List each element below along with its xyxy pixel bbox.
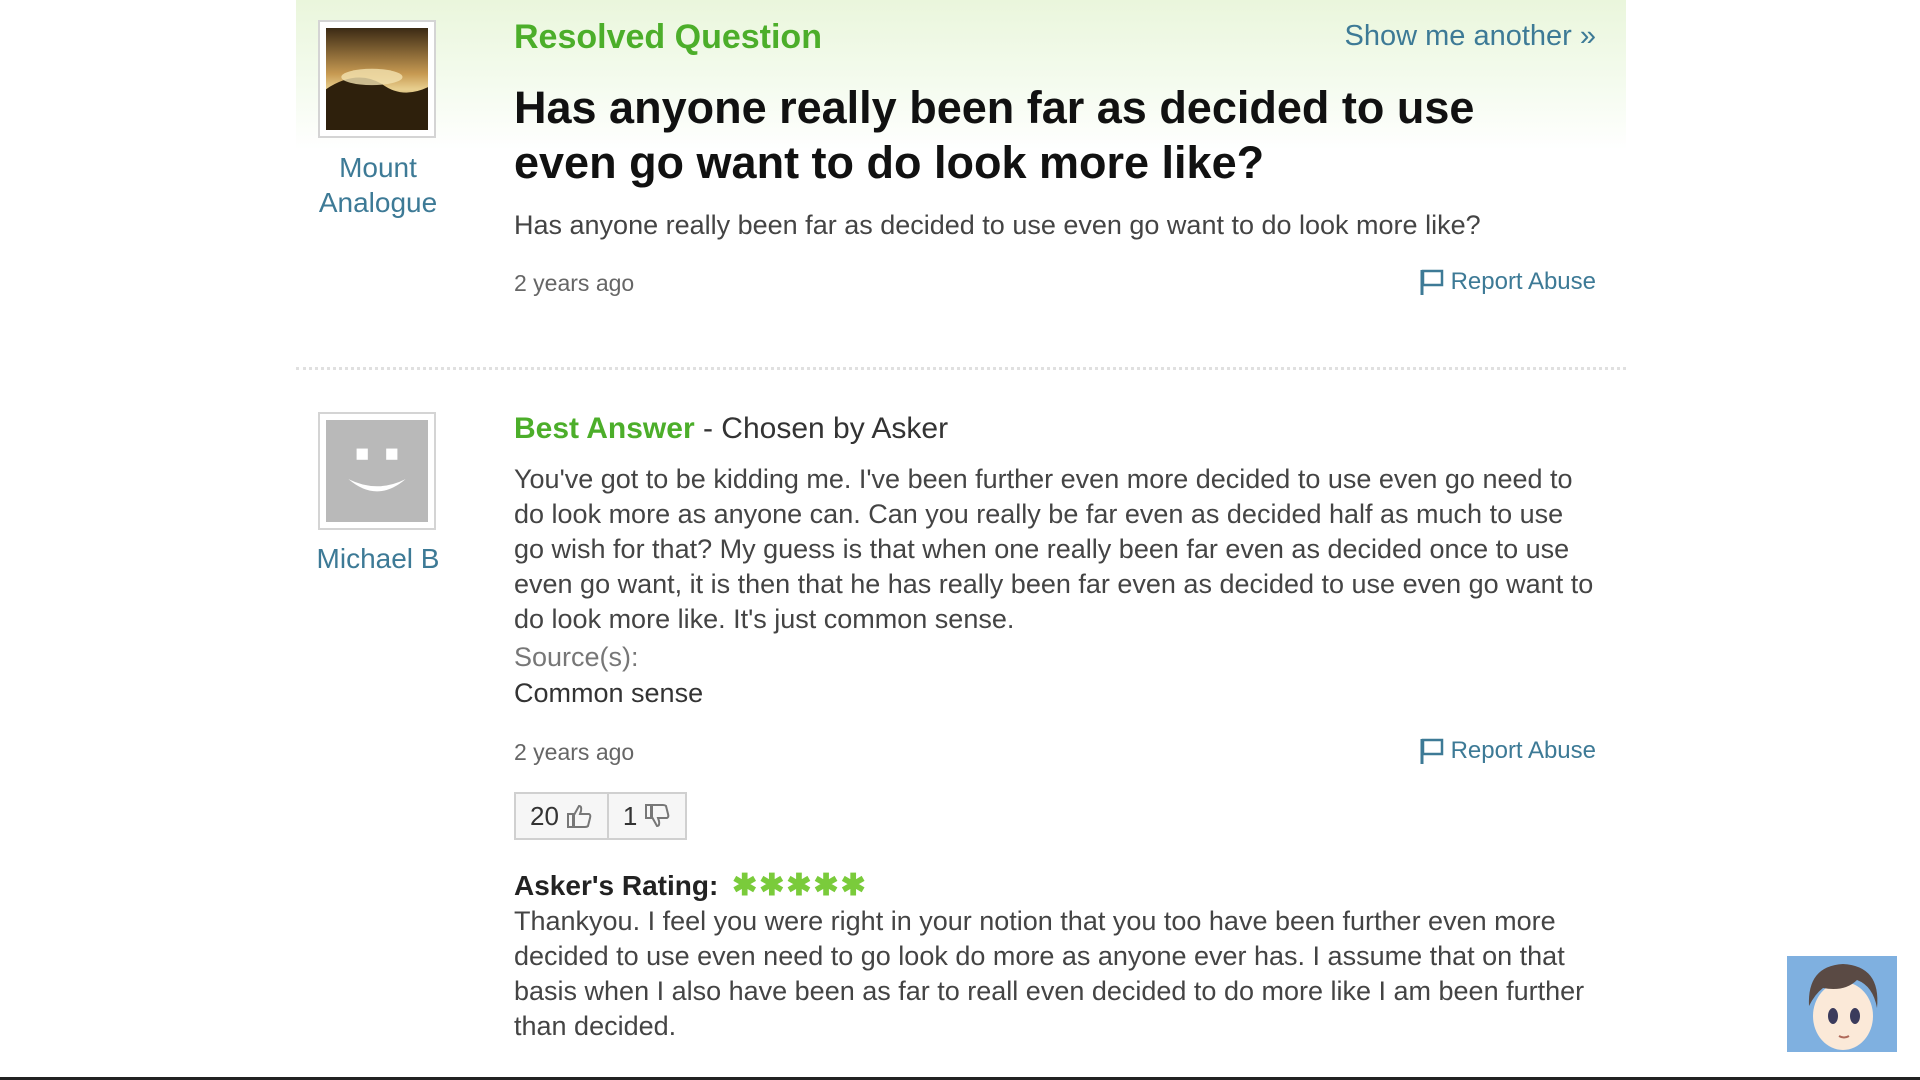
star-icon: ✱ — [759, 869, 787, 902]
sources-value: Common sense — [514, 678, 704, 708]
mountain-photo-icon — [326, 28, 428, 130]
chosen-by-asker-label: - Chosen by Asker — [702, 412, 949, 445]
answer-timestamp: 2 years ago — [514, 739, 635, 765]
answer-text: You've got to be kidding me. I've been f… — [514, 464, 1594, 634]
vote-buttons: 20 1 — [514, 792, 688, 840]
star-icon: ✱ — [813, 869, 841, 902]
askers-rating: Asker's Rating: ✱✱✱✱✱ — [514, 868, 868, 903]
report-abuse-label: Report Abuse — [1450, 268, 1596, 295]
thumbs-down-count: 1 — [622, 800, 638, 831]
question-report-abuse[interactable]: Report Abuse — [1419, 268, 1596, 296]
thumbs-down-button[interactable]: 1 — [606, 794, 685, 838]
flag-icon — [1420, 738, 1443, 764]
thumbs-down-icon — [645, 804, 670, 828]
asker-name[interactable]: Mount Analogue — [298, 150, 458, 220]
flag-icon — [1420, 269, 1443, 295]
star-icon: ✱ — [786, 869, 814, 902]
thumbs-up-icon — [566, 804, 592, 828]
question-body: Has anyone really been far as decided to… — [514, 210, 1481, 240]
star-icon: ✱ — [840, 869, 868, 902]
default-smiley-avatar-icon — [326, 420, 428, 522]
best-answer-heading: Best Answer - Chosen by Asker — [514, 412, 948, 446]
rating-comment: Thankyou. I feel you were right in your … — [514, 906, 1585, 1041]
star-icon: ✱ — [732, 869, 760, 902]
qa-page: Mount Analogue Resolved Question Show me… — [296, 0, 1626, 1080]
show-another-link[interactable]: Show me another » — [1345, 20, 1596, 53]
thumbs-up-count: 20 — [530, 800, 559, 831]
section-divider — [296, 367, 1626, 370]
sources-label: Source(s): — [514, 642, 639, 672]
thumbs-up-button[interactable]: 20 — [516, 794, 607, 838]
question-timestamp: 2 years ago — [514, 270, 635, 296]
asker-avatar[interactable] — [318, 20, 436, 138]
askers-rating-label: Asker's Rating: — [514, 870, 719, 901]
resolved-question-label: Resolved Question — [514, 18, 822, 56]
question-title: Has anyone really been far as decided to… — [514, 82, 1475, 188]
answerer-name[interactable]: Michael B — [298, 541, 458, 576]
answerer-avatar[interactable] — [318, 412, 436, 530]
report-abuse-label: Report Abuse — [1450, 737, 1596, 764]
best-answer-label: Best Answer — [514, 412, 695, 445]
channel-avatar — [1787, 956, 1897, 1052]
anime-character-icon — [1787, 956, 1897, 1052]
rating-stars: ✱✱✱✱✱ — [732, 869, 868, 902]
answer-report-abuse[interactable]: Report Abuse — [1419, 737, 1596, 765]
